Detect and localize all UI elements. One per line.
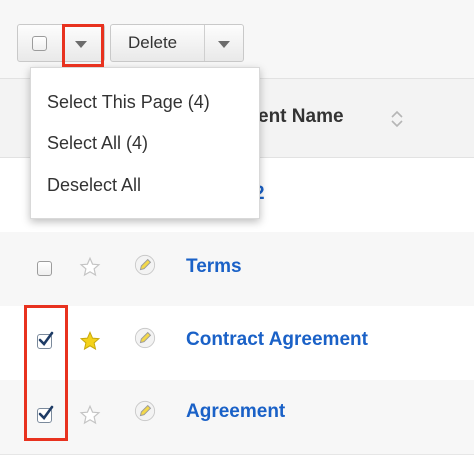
select-dropdown-menu: Select This Page (4) Select All (4) Dese…: [30, 67, 260, 219]
sort-icon[interactable]: [390, 109, 404, 129]
caret-highlight-box: [62, 24, 104, 67]
column-header-name[interactable]: ent Name: [258, 106, 344, 128]
table-row: Contract Agreement: [0, 306, 474, 381]
table-row: Terms: [0, 232, 474, 307]
table-row: Agreement: [0, 380, 474, 455]
button-divider: [204, 25, 205, 61]
pencil-icon[interactable]: [134, 254, 156, 276]
list-view: Delete ent Name 2 Terms: [0, 0, 474, 455]
pencil-icon[interactable]: [134, 327, 156, 349]
menu-item-select-all[interactable]: Select All (4): [47, 133, 148, 154]
menu-item-deselect-all[interactable]: Deselect All: [47, 175, 141, 196]
star-icon[interactable]: [79, 256, 101, 278]
record-name-link[interactable]: Terms: [186, 256, 242, 278]
row-checkbox[interactable]: [37, 261, 52, 276]
record-name-link[interactable]: Agreement: [186, 401, 285, 423]
menu-item-select-this-page[interactable]: Select This Page (4): [47, 92, 210, 113]
caret-down-icon[interactable]: [218, 41, 230, 48]
delete-button[interactable]: Delete: [128, 33, 177, 53]
pencil-icon[interactable]: [134, 400, 156, 422]
star-icon[interactable]: [79, 404, 101, 426]
star-icon[interactable]: [79, 330, 101, 352]
record-name-link[interactable]: Contract Agreement: [186, 329, 368, 351]
select-all-checkbox[interactable]: [32, 36, 47, 51]
delete-button-group[interactable]: Delete: [110, 24, 244, 62]
checkbox-highlight-box: [24, 305, 68, 441]
